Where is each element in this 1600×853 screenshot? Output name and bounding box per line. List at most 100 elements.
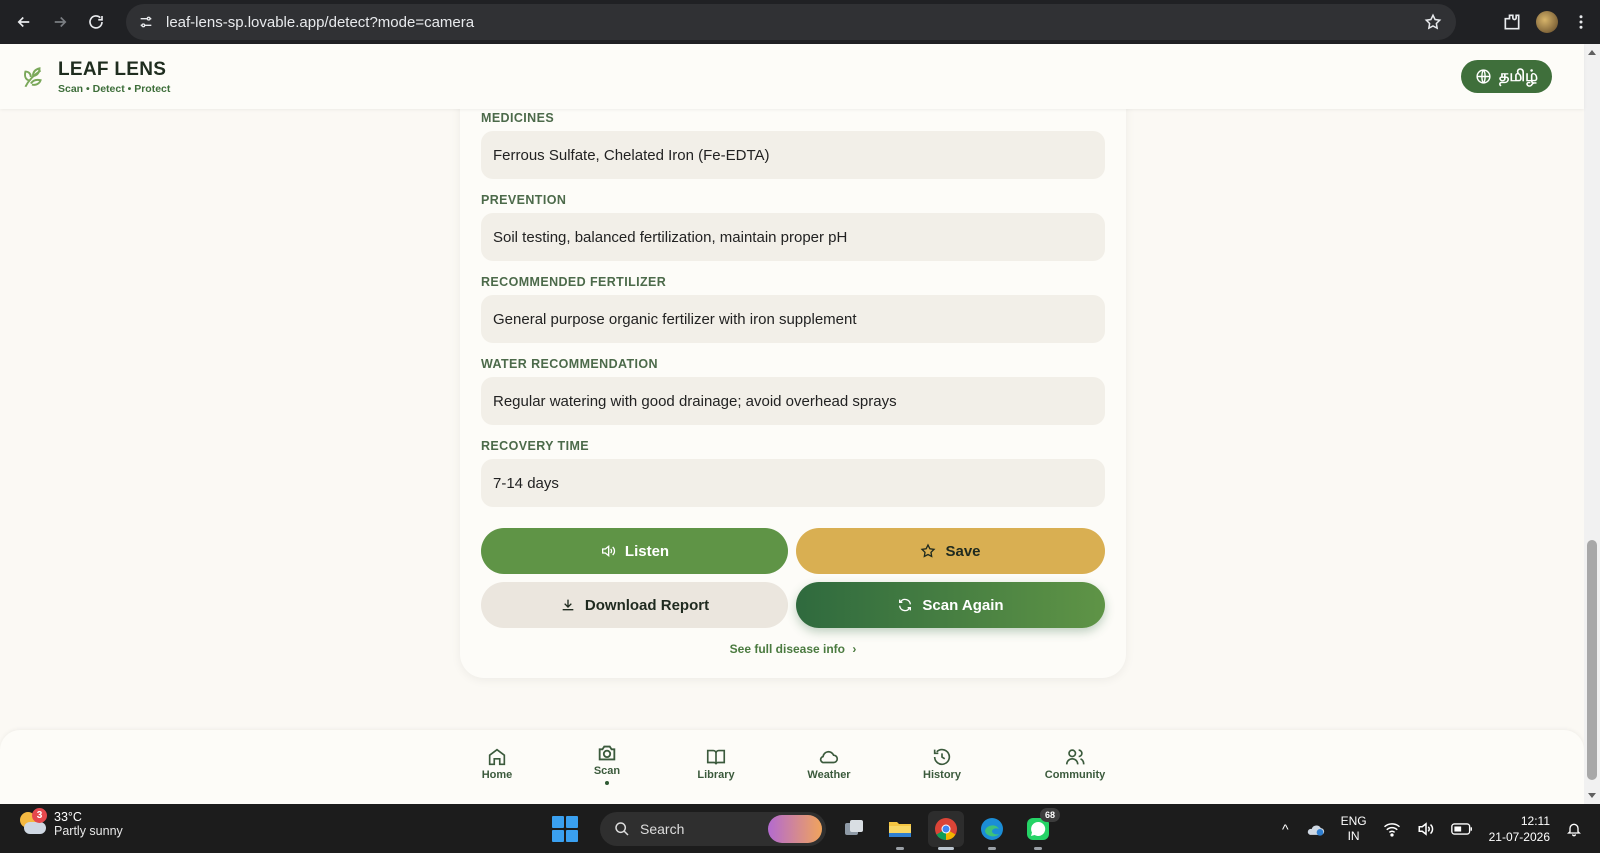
battery-icon[interactable] — [1450, 822, 1473, 836]
nav-item-community[interactable]: Community — [1025, 746, 1125, 781]
page-scrollbar[interactable] — [1584, 44, 1600, 804]
edge-taskbar-button[interactable] — [974, 811, 1010, 850]
nav-item-weather[interactable]: Weather — [779, 746, 879, 781]
task-view-icon — [845, 820, 863, 835]
reload-button[interactable] — [78, 4, 114, 40]
section-value: General purpose organic fertilizer with … — [481, 295, 1105, 343]
section-recovery-time: RECOVERY TIME 7-14 days — [481, 439, 1105, 507]
chrome-icon — [935, 818, 957, 840]
file-explorer-button[interactable] — [882, 811, 918, 850]
clock-date: 21-07-2026 — [1488, 829, 1550, 844]
nav-item-history[interactable]: History — [892, 746, 992, 781]
input-language-indicator[interactable]: ENG IN — [1341, 814, 1367, 844]
arrow-left-icon — [17, 16, 30, 28]
nav-label: Scan — [593, 765, 621, 777]
diagnosis-card: MEDICINES Ferrous Sulfate, Chelated Iron… — [460, 60, 1126, 678]
section-water: WATER RECOMMENDATION Regular watering wi… — [481, 357, 1105, 425]
lang-top: ENG — [1340, 813, 1367, 828]
taskbar-search[interactable]: Search — [600, 812, 826, 846]
scroll-up-arrow[interactable] — [1588, 50, 1596, 55]
wifi-icon[interactable] — [1383, 821, 1401, 837]
section-value: Ferrous Sulfate, Chelated Iron (Fe-EDTA) — [481, 131, 1105, 179]
download-report-button[interactable]: Download Report — [481, 582, 788, 628]
section-fertilizer: RECOMMENDED FERTILIZER General purpose o… — [481, 275, 1105, 343]
whatsapp-badge: 68 — [1040, 808, 1060, 822]
whatsapp-taskbar-button[interactable]: 68 — [1020, 808, 1060, 850]
bottom-navigation: Home Scan Library Weather History Commun… — [0, 730, 1584, 804]
forward-button[interactable] — [42, 4, 78, 40]
chevron-right-icon: › — [852, 642, 857, 656]
site-settings-icon[interactable] — [138, 14, 154, 30]
save-label: Save — [945, 542, 981, 560]
browser-toolbar: leaf-lens-sp.lovable.app/detect?mode=cam… — [0, 0, 1600, 44]
refresh-icon — [899, 598, 912, 612]
nav-label: History — [923, 769, 961, 781]
lang-bottom: IN — [1347, 828, 1360, 843]
section-value: Regular watering with good drainage; avo… — [481, 377, 1105, 425]
nav-label: Community — [1044, 769, 1106, 781]
section-prevention: PREVENTION Soil testing, balanced fertil… — [481, 193, 1105, 261]
folder-icon — [889, 822, 911, 837]
nav-item-scan[interactable]: Scan — [557, 742, 657, 785]
onedrive-icon[interactable] — [1305, 821, 1325, 837]
active-indicator — [605, 781, 609, 785]
temperature: 33°C — [54, 810, 82, 824]
nav-label: Home — [481, 769, 513, 781]
bookmark-star-icon[interactable] — [1424, 13, 1442, 31]
full-info-label: See full disease info — [729, 642, 846, 656]
globe-icon — [1476, 69, 1491, 84]
listen-button[interactable]: Listen — [481, 528, 788, 574]
section-label: PREVENTION — [481, 193, 567, 207]
nav-label: Weather — [807, 769, 851, 781]
search-highlight-image — [768, 815, 822, 843]
task-view-button[interactable] — [836, 811, 872, 847]
notification-bell-icon[interactable] — [1566, 821, 1582, 837]
search-label: Search — [640, 821, 685, 837]
leaf-logo-icon — [24, 66, 42, 87]
nav-item-home[interactable]: Home — [447, 746, 547, 781]
speaker-icon — [601, 544, 615, 558]
search-icon — [615, 822, 629, 836]
app-title: LEAF LENS — [58, 58, 167, 80]
system-clock[interactable]: 12:11 21-07-2026 — [1489, 813, 1550, 845]
save-button[interactable]: Save — [796, 528, 1105, 574]
profile-avatar[interactable] — [1536, 11, 1558, 33]
full-disease-info-link[interactable]: See full disease info › — [460, 642, 1126, 656]
scan-again-button[interactable]: Scan Again — [796, 582, 1105, 628]
section-label: RECOMMENDED FERTILIZER — [481, 275, 667, 289]
home-icon — [488, 748, 506, 766]
address-bar[interactable]: leaf-lens-sp.lovable.app/detect?mode=cam… — [126, 4, 1456, 40]
star-icon — [921, 543, 936, 558]
section-label: MEDICINES — [481, 111, 555, 125]
more-menu-icon[interactable] — [1572, 13, 1590, 31]
extensions-icon[interactable] — [1502, 12, 1522, 32]
windows-start-icon[interactable] — [552, 816, 578, 842]
history-icon — [933, 748, 951, 766]
edge-icon — [981, 818, 1003, 840]
nav-item-library[interactable]: Library — [666, 746, 766, 781]
section-label: WATER RECOMMENDATION — [481, 357, 658, 371]
cloud-icon — [819, 750, 839, 764]
camera-icon — [598, 745, 616, 761]
section-medicines: MEDICINES Ferrous Sulfate, Chelated Iron… — [481, 111, 1105, 179]
scroll-thumb[interactable] — [1587, 540, 1597, 780]
chrome-taskbar-button[interactable] — [928, 811, 964, 850]
weather-widget[interactable]: 3 33°C Partly sunny — [18, 808, 123, 838]
section-value: 7-14 days — [481, 459, 1105, 507]
reload-icon — [89, 15, 103, 29]
weather-badge: 3 — [32, 808, 47, 823]
scroll-down-arrow[interactable] — [1588, 793, 1596, 798]
app-tagline: Scan • Detect • Protect — [58, 82, 171, 95]
section-value: Soil testing, balanced fertilization, ma… — [481, 213, 1105, 261]
chevron-up-icon[interactable]: ^ — [1282, 821, 1289, 837]
arrow-right-icon — [54, 16, 67, 28]
scan-again-label: Scan Again — [922, 596, 1004, 614]
download-icon — [562, 599, 574, 611]
back-button[interactable] — [6, 4, 42, 40]
url-text: leaf-lens-sp.lovable.app/detect?mode=cam… — [166, 13, 475, 31]
language-toggle-button[interactable]: தமிழ் — [1460, 60, 1552, 93]
weather-description: Partly sunny — [54, 824, 123, 838]
volume-icon[interactable] — [1417, 821, 1435, 837]
clock-time: 12:11 — [1520, 813, 1550, 828]
partly-sunny-icon: 3 — [18, 808, 47, 838]
